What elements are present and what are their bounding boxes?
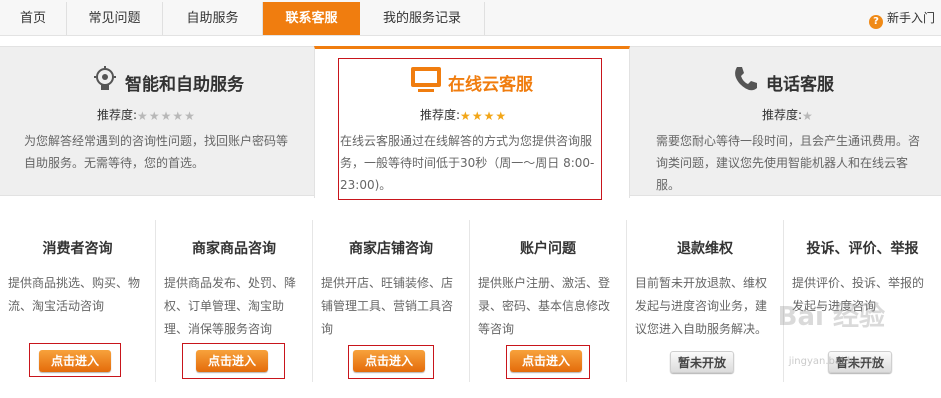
desc-line: 需要您耐心等待一段时间，且会产生通讯费用。咨	[656, 134, 921, 148]
enter-button-merchant-store[interactable]: 点击进入	[353, 350, 425, 372]
card-phone-title: 电话客服	[766, 75, 834, 95]
desc-line: 询	[321, 322, 334, 336]
rating-label: 推荐度:	[97, 108, 138, 122]
desc-line: 发起与进度咨询业务，建	[635, 299, 768, 313]
desc-line: 提供开店、旺铺装修、店	[321, 276, 454, 290]
desc-line: 流、淘宝活动咨询	[8, 299, 105, 313]
closed-button-refund: 暂未开放	[670, 351, 734, 373]
enter-button-merchant-goods[interactable]: 点击进入	[196, 350, 268, 372]
rating-label: 推荐度:	[420, 108, 461, 122]
star-rating: ★★★★★	[137, 109, 196, 123]
card-online-rating: 推荐度:★★★★	[420, 106, 507, 123]
top-nav: 首页 常见问题 自助服务 联系客服 我的服务记录 ? 新手入门	[0, 0, 941, 36]
phone-handset-icon	[735, 67, 757, 91]
card-online-desc: 在线云客服通过在线解答的方式为您提供咨询服 务，一般等待时间低于30秒（周一～周…	[340, 130, 602, 196]
rating-label: 推荐度:	[762, 108, 803, 122]
desc-line: 提供商品发布、处罚、降	[164, 276, 297, 290]
category-desc: 提供商品发布、处罚、降 权、订单管理、淘宝助 理、消保等服务咨询	[164, 272, 306, 341]
watermark-logo: Bai 经验	[777, 302, 885, 332]
desc-line: 为您解答经常遇到的咨询性问题，找回账户密码等	[24, 134, 289, 148]
desc-line: 23:00)。	[340, 178, 392, 192]
desc-line: 自助服务。无需等待，您的首选。	[24, 156, 205, 170]
card-smart-title: 智能和自助服务	[125, 75, 244, 95]
category-desc: 目前暂未开放退款、维权 发起与进度咨询业务，建 议您进入自助服务解决。	[635, 272, 777, 341]
desc-line: 提供账户注册、激活、登	[478, 276, 611, 290]
star-rating: ★★★★	[460, 109, 508, 123]
category-title: 退款维权	[677, 241, 733, 257]
star-rating: ★	[802, 109, 814, 123]
desc-line: 服。	[656, 178, 681, 192]
category-title: 消费者咨询	[42, 241, 113, 257]
tab-home[interactable]: 首页	[0, 2, 67, 35]
desc-line: 铺管理工具、营销工具咨	[321, 299, 454, 313]
card-smart-rating: 推荐度:★★★★★	[97, 106, 196, 123]
lightbulb-icon	[94, 66, 116, 90]
category-desc: 提供商品挑选、购买、物 流、淘宝活动咨询	[8, 272, 149, 318]
help-label: 新手入门	[886, 11, 935, 25]
card-phone-rating: 推荐度:★	[762, 106, 814, 123]
desc-line: 目前暂未开放退款、维权	[635, 276, 768, 290]
desc-line: 在线云客服通过在线解答的方式为您提供咨询服	[340, 134, 593, 148]
card-phone-desc: 需要您耐心等待一段时间，且会产生通讯费用。咨 询类问题，建议您先使用智能机器人和…	[656, 130, 932, 196]
desc-line: 务，一般等待时间低于30秒（周一～周日 8:00-	[340, 156, 595, 170]
enter-button-consumer[interactable]: 点击进入	[39, 350, 111, 372]
question-circle-icon: ?	[868, 15, 883, 29]
desc-line: 提供商品挑选、购买、物	[8, 276, 141, 290]
enter-button-account[interactable]: 点击进入	[510, 350, 582, 372]
category-desc: 提供账户注册、激活、登 录、密码、基本信息修改 等咨询	[478, 272, 620, 341]
category-title: 商家店铺咨询	[349, 241, 433, 257]
category-title: 账户问题	[520, 241, 576, 257]
category-title: 投诉、评价、举报	[806, 241, 919, 257]
desc-line: 提供评价、投诉、举报的	[792, 276, 925, 290]
card-online-title: 在线云客服	[448, 75, 533, 95]
category-desc: 提供开店、旺铺装修、店 铺管理工具、营销工具咨 询	[321, 272, 463, 341]
desc-line: 等咨询	[478, 322, 515, 336]
tab-my-service-records[interactable]: 我的服务记录	[360, 2, 485, 35]
tab-faq[interactable]: 常见问题	[67, 2, 163, 35]
card-smart-desc: 为您解答经常遇到的咨询性问题，找回账户密码等 自助服务。无需等待，您的首选。	[24, 130, 306, 174]
desc-line: 理、消保等服务咨询	[164, 322, 273, 336]
desc-line: 录、密码、基本信息修改	[478, 299, 611, 313]
category-title: 商家商品咨询	[192, 241, 276, 257]
watermark-url: jingyan.baidu.com	[788, 356, 881, 367]
tab-self-service[interactable]: 自助服务	[163, 2, 263, 35]
monitor-icon	[411, 67, 441, 92]
desc-line: 权、订单管理、淘宝助	[164, 299, 285, 313]
tab-contact-service[interactable]: 联系客服	[263, 2, 360, 35]
desc-line: 询类问题，建议您先使用智能机器人和在线云客	[656, 156, 909, 170]
help-link[interactable]: ? 新手入门	[868, 0, 935, 36]
desc-line: 议您进入自助服务解决。	[635, 322, 768, 336]
